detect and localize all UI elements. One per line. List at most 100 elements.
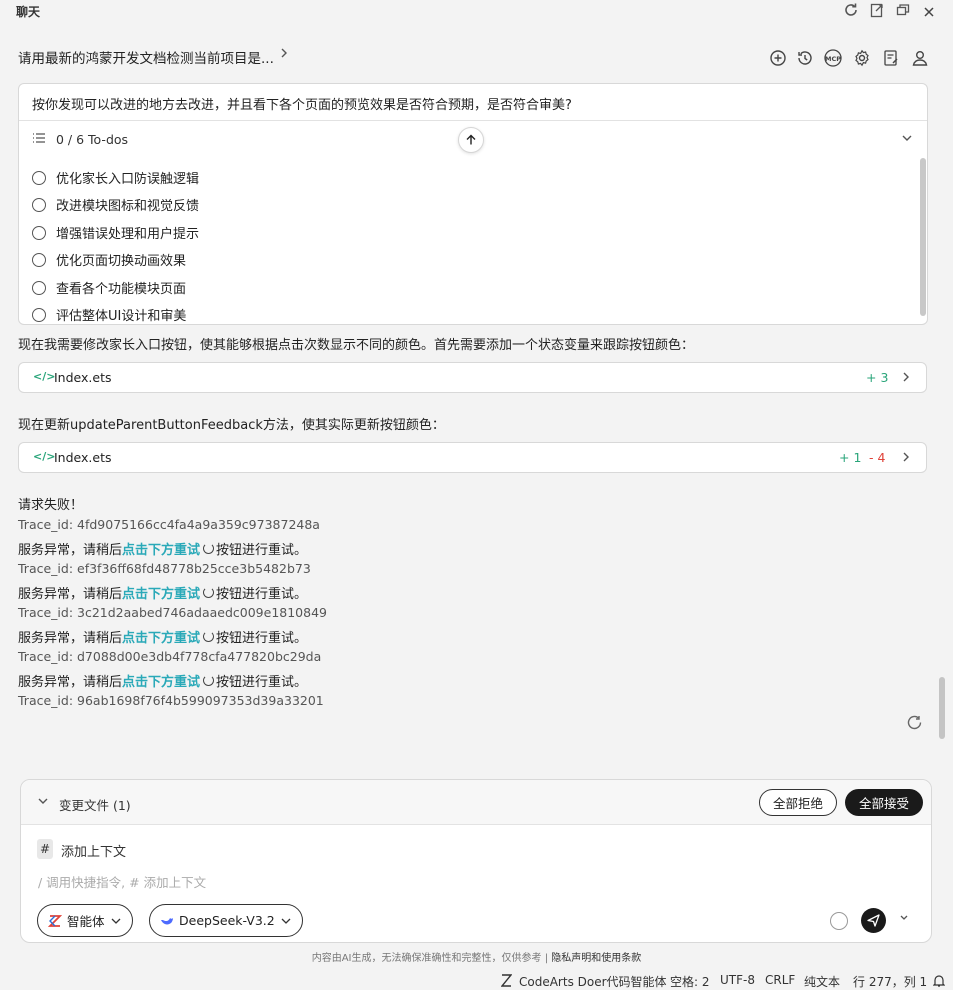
chevron-down-icon[interactable] [900, 131, 914, 149]
todo-label: 评估整体UI设计和审美 [56, 309, 187, 324]
message-input[interactable]: / 调用快捷指令, # 添加上下文 [38, 872, 206, 891]
accept-all-button[interactable]: 全部接受 [845, 789, 923, 816]
trace-id: Trace_id: d7088d00e3db4f778cfa477820bc29… [18, 649, 322, 664]
todo-label: 改进模块图标和视觉反馈 [56, 199, 200, 214]
reject-all-button[interactable]: 全部拒绝 [759, 789, 837, 816]
todo-checkbox[interactable] [32, 170, 46, 185]
todo-item[interactable]: 查看各个功能模块页面 [32, 278, 186, 297]
service-error-suffix: 按钮进行重试。 [216, 543, 308, 558]
trace-id: Trace_id: 3c21d2aabed746adaaedc009e18108… [18, 605, 327, 620]
context-usage-icon[interactable] [830, 912, 848, 930]
loading-spinner-icon[interactable] [906, 714, 923, 731]
assistant-message: 现在我需要修改家长入口按钮，使其能够根据点击次数显示不同的颜色。首先需要添加一个… [18, 338, 695, 353]
retry-icon [203, 587, 215, 598]
send-button[interactable] [861, 908, 886, 933]
send-icon [867, 914, 880, 927]
todo-checkbox[interactable] [32, 252, 46, 267]
file-name[interactable]: Index.ets [54, 370, 112, 385]
model-select[interactable]: DeepSeek-V3.2 [149, 904, 303, 937]
todo-label: 增强错误处理和用户提示 [56, 227, 200, 242]
list-icon [32, 131, 46, 149]
assistant-message: 现在更新updateParentButtonFeedback方法，使其实际更新按… [18, 418, 445, 433]
todo-label: 优化家长入口防误触逻辑 [56, 172, 200, 187]
arrow-up-icon [466, 134, 476, 145]
service-error-suffix: 按钮进行重试。 [216, 587, 308, 602]
retry-link[interactable]: 点击下方重试 [122, 627, 200, 646]
todo-item[interactable]: 优化家长入口防误触逻辑 [32, 168, 199, 187]
service-error-line: 服务异常，请稍后 点击下方重试 按钮进行重试。 [18, 539, 307, 558]
service-error-suffix: 按钮进行重试。 [216, 675, 308, 690]
settings-icon[interactable] [851, 47, 873, 69]
conversation-title[interactable]: 请用最新的鸿蒙开发文档检测当前项目是... [18, 47, 274, 67]
export-icon[interactable] [867, 0, 887, 20]
todo-item[interactable]: 优化页面切换动画效果 [32, 250, 186, 269]
chevron-down-icon[interactable] [899, 912, 909, 926]
retry-link[interactable]: 点击下方重试 [122, 539, 200, 558]
disclaimer-text: 内容由AI生成，无法确保准确性和完整性，仅供参考 [311, 953, 542, 964]
status-eol[interactable]: CRLF [765, 973, 795, 987]
todo-scrollbar[interactable] [920, 158, 926, 316]
mcp-icon[interactable]: MCP [822, 47, 844, 69]
svg-text:MCP: MCP [825, 55, 841, 63]
retry-link[interactable]: 点击下方重试 [122, 583, 200, 602]
model-label: DeepSeek-V3.2 [179, 913, 275, 928]
status-language[interactable]: 纯文本 [804, 973, 840, 990]
service-error-prefix: 服务异常，请稍后 [18, 543, 123, 558]
service-error-line: 服务异常，请稍后 点击下方重试 按钮进行重试。 [18, 671, 307, 690]
changed-files-label[interactable]: 变更文件 (1) [59, 795, 131, 814]
status-indent[interactable]: 空格: 2 [670, 973, 710, 990]
chevron-down-icon[interactable] [37, 794, 49, 812]
status-agent[interactable]: CodeArts Doer代码智能体 [519, 973, 667, 990]
status-cursor-position[interactable]: 行 277，列 1 [853, 973, 927, 990]
disclaimer-separator: | [544, 953, 549, 964]
chevron-down-icon [111, 918, 120, 924]
chat-scrollbar[interactable] [939, 677, 945, 739]
window-title: 聊天 [16, 5, 41, 19]
chevron-right-icon[interactable] [278, 46, 290, 64]
service-error-prefix: 服务异常，请稍后 [18, 675, 123, 690]
todo-item[interactable]: 评估整体UI设计和审美 [32, 305, 186, 324]
ai-disclaimer: 内容由AI生成，无法确保准确性和完整性，仅供参考 | 隐私声明和使用条款 [0, 949, 953, 964]
service-error-suffix: 按钮进行重试。 [216, 631, 308, 646]
add-context-button[interactable]: 添加上下文 [61, 841, 126, 860]
code-file-icon: </> [33, 370, 56, 383]
code-file-icon: </> [33, 450, 56, 463]
retry-icon [203, 631, 215, 642]
todo-item[interactable]: 改进模块图标和视觉反馈 [32, 195, 199, 214]
retry-link[interactable]: 点击下方重试 [122, 671, 200, 690]
service-error-line: 服务异常，请稍后 点击下方重试 按钮进行重试。 [18, 627, 307, 646]
close-icon[interactable] [919, 2, 939, 22]
todo-progress: 0 / 6 To-dos [56, 132, 129, 147]
rules-icon[interactable] [880, 47, 902, 69]
todo-label: 优化页面切换动画效果 [56, 254, 187, 269]
restore-window-icon[interactable] [893, 0, 913, 20]
file-change-card[interactable] [18, 362, 927, 393]
hash-icon[interactable]: # [37, 839, 53, 859]
lines-added: + 1 [839, 450, 862, 465]
bell-icon[interactable] [932, 974, 946, 990]
retry-icon [203, 675, 215, 686]
refresh-icon[interactable] [841, 0, 861, 20]
user-icon[interactable] [909, 47, 931, 69]
service-error-line: 服务异常，请稍后 点击下方重试 按钮进行重试。 [18, 583, 307, 602]
scroll-to-top-button[interactable] [458, 127, 484, 153]
file-change-card[interactable] [18, 442, 927, 473]
agent-status-icon [500, 974, 513, 990]
new-chat-icon[interactable] [767, 47, 789, 69]
error-title: 请求失败！ [18, 498, 84, 513]
lines-removed: - 4 [869, 450, 886, 465]
file-name[interactable]: Index.ets [54, 450, 112, 465]
chevron-right-icon[interactable] [901, 370, 911, 388]
agent-mode-select[interactable]: 智能体 [37, 904, 133, 937]
history-icon[interactable] [794, 47, 816, 69]
chevron-right-icon[interactable] [901, 450, 911, 468]
status-encoding[interactable]: UTF-8 [720, 973, 755, 987]
todo-checkbox[interactable] [32, 197, 46, 212]
todo-item[interactable]: 增强错误处理和用户提示 [32, 223, 199, 242]
todo-checkbox[interactable] [32, 280, 46, 295]
service-error-prefix: 服务异常，请稍后 [18, 631, 123, 646]
todo-checkbox[interactable] [32, 307, 46, 322]
privacy-terms-link[interactable]: 隐私声明和使用条款 [551, 953, 641, 964]
agent-mode-label: 智能体 [67, 914, 105, 929]
todo-checkbox[interactable] [32, 225, 46, 240]
